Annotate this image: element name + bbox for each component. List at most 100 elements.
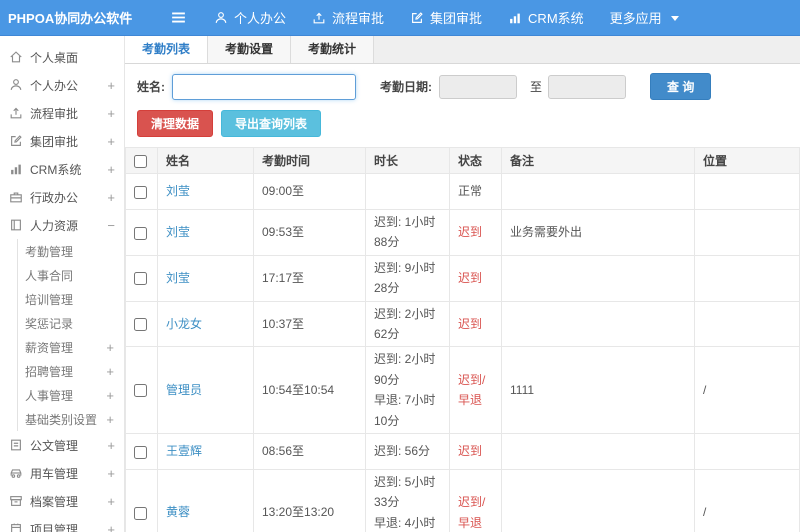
menu-icon[interactable]: [170, 9, 187, 26]
topnav-item-crm-system[interactable]: CRM系统: [495, 0, 597, 36]
cell-checkbox: [125, 173, 158, 210]
cell-checkbox: [125, 468, 158, 532]
employee-name-link[interactable]: 刘莹: [166, 225, 190, 239]
sidebar-item-label: 行政办公: [30, 190, 79, 205]
sidebar-item-personal-office[interactable]: 个人办公 +: [0, 71, 124, 99]
table-row: 王壹辉 08:56至 迟到: 56分 迟到: [125, 432, 800, 470]
cell-attendance-time: 09:53至: [253, 209, 366, 256]
cell-checkbox: [125, 254, 158, 302]
sidebar-item-label: 人力资源: [30, 218, 79, 233]
cell-duration: 迟到: 9小时28分: [365, 254, 450, 302]
sidebar-item-group-approval[interactable]: 集团审批 +: [0, 127, 124, 155]
employee-name-link[interactable]: 王壹辉: [166, 444, 202, 458]
expand-plus-icon[interactable]: +: [107, 134, 115, 149]
sidebar-subitem-salary-management[interactable]: 薪资管理 +: [18, 335, 124, 359]
sidebar-submenu-human-resources: 考勤管理 人事合同 培训管理 奖惩记录 薪资管理 + 招聘管理 + 人事管理 + 基础类别设置 +: [17, 239, 124, 431]
name-input[interactable]: [172, 73, 356, 100]
cell-status: 正常: [449, 173, 502, 210]
row-checkbox[interactable]: [134, 318, 147, 332]
employee-name-link[interactable]: 管理员: [166, 383, 202, 397]
topnav-item-more-apps[interactable]: 更多应用: [597, 0, 693, 36]
cell-duration: [365, 173, 450, 210]
employee-name-link[interactable]: 小龙女: [166, 317, 202, 331]
row-checkbox[interactable]: [134, 384, 147, 398]
name-label: 姓名:: [137, 80, 165, 94]
topnav-item-label: 流程审批: [332, 11, 385, 26]
topnav-item-workflow-approval[interactable]: 流程审批: [299, 0, 397, 36]
search-button[interactable]: 查 询: [650, 73, 712, 100]
expand-plus-icon[interactable]: +: [107, 106, 115, 121]
column-header-note: 备注: [501, 147, 695, 174]
tab-attendance-list[interactable]: 考勤列表: [125, 36, 209, 63]
expand-plus-icon[interactable]: +: [107, 190, 115, 205]
row-checkbox[interactable]: [134, 506, 147, 520]
cell-checkbox: [125, 209, 158, 256]
table-row: 管理员 10:54至10:54 迟到: 2小时90分 早退: 7小时10分 迟到/早退 1…: [125, 346, 800, 434]
sidebar-item-project-management[interactable]: 项目管理 +: [0, 515, 124, 532]
cell-name: 王壹辉: [157, 432, 254, 470]
date-from-input[interactable]: [439, 74, 517, 99]
cell-attendance-time: 10:54至10:54: [253, 346, 366, 434]
sidebar-subitem-personnel-management[interactable]: 人事管理 +: [18, 383, 124, 407]
topnav-item-group-approval[interactable]: 集团审批: [397, 0, 495, 36]
attendance-table: 姓名 考勤时间 时长 状态 备注 位置 刘莹 09:00至 正常 刘莹 09:53至 迟到: 1小时…: [125, 147, 800, 532]
clean-data-button[interactable]: 清理数据: [137, 110, 214, 137]
sidebar-subitem-personnel-contract[interactable]: 人事合同: [18, 263, 124, 287]
employee-name-link[interactable]: 刘莹: [166, 271, 190, 285]
sidebar-item-crm-system[interactable]: CRM系统 +: [0, 155, 124, 183]
sidebar-subitem-training-management[interactable]: 培训管理: [18, 287, 124, 311]
expand-plus-icon[interactable]: +: [106, 340, 114, 355]
sidebar-subitem-label: 人事管理: [25, 388, 74, 403]
export-list-button[interactable]: 导出查询列表: [221, 110, 322, 137]
cell-name: 刘莹: [157, 254, 254, 302]
select-all-checkbox[interactable]: [134, 154, 147, 168]
cell-attendance-time: 10:37至: [253, 300, 366, 348]
briefcase-icon: [9, 190, 24, 204]
sidebar-item-archive-management[interactable]: 档案管理 +: [0, 487, 124, 515]
topnav-item-personal-office[interactable]: 个人办公: [201, 0, 299, 36]
cell-name: 黄蓉: [157, 468, 254, 532]
collapse-minus-icon[interactable]: −: [107, 218, 115, 233]
sidebar-item-workflow-approval[interactable]: 流程审批 +: [0, 99, 124, 127]
row-checkbox[interactable]: [134, 445, 147, 459]
expand-plus-icon[interactable]: +: [106, 364, 114, 379]
tab-attendance-statistics[interactable]: 考勤统计: [291, 36, 375, 63]
employee-name-link[interactable]: 刘莹: [166, 184, 190, 198]
sidebar-item-label: CRM系统: [30, 162, 82, 177]
date-to-input[interactable]: [548, 74, 627, 99]
sidebar-item-personal-desktop[interactable]: 个人桌面: [0, 43, 124, 71]
row-checkbox[interactable]: [134, 185, 147, 199]
sidebar-subitem-label: 招聘管理: [25, 364, 74, 379]
sidebar-subitem-recruitment-management[interactable]: 招聘管理 +: [18, 359, 124, 383]
tab-attendance-settings[interactable]: 考勤设置: [208, 36, 292, 63]
sidebar-subitem-base-category-settings[interactable]: 基础类别设置 +: [18, 407, 124, 431]
tab-bar: 考勤列表 考勤设置 考勤统计: [125, 36, 800, 64]
expand-plus-icon[interactable]: +: [107, 162, 115, 177]
column-header-status: 状态: [449, 147, 502, 174]
sidebar-item-admin-office[interactable]: 行政办公 +: [0, 183, 124, 211]
sidebar-subitem-reward-punishment[interactable]: 奖惩记录: [18, 311, 124, 335]
expand-plus-icon[interactable]: +: [107, 78, 115, 93]
sidebar-item-human-resources[interactable]: 人力资源 −: [0, 211, 124, 239]
employee-name-link[interactable]: 黄蓉: [166, 505, 190, 519]
cell-location: [694, 209, 800, 256]
sidebar-subitem-label: 人事合同: [25, 268, 74, 283]
status-badge: 正常: [458, 184, 483, 199]
expand-plus-icon[interactable]: +: [107, 466, 115, 481]
expand-plus-icon[interactable]: +: [107, 494, 115, 509]
topnav-item-label: 集团审批: [430, 11, 483, 26]
row-checkbox[interactable]: [134, 226, 147, 240]
expand-plus-icon[interactable]: +: [107, 522, 115, 532]
user-icon: [214, 11, 228, 25]
status-badge: 迟到/早退: [458, 372, 486, 408]
sidebar-subitem-attendance-management[interactable]: 考勤管理: [18, 239, 124, 263]
sidebar-item-document-management[interactable]: 公文管理 +: [0, 431, 124, 459]
filter-form: 姓名: 考勤日期: 至 查 询: [125, 64, 800, 108]
cell-note: [501, 173, 695, 210]
sidebar-item-vehicle-management[interactable]: 用车管理 +: [0, 459, 124, 487]
row-checkbox[interactable]: [134, 272, 147, 286]
expand-plus-icon[interactable]: +: [106, 412, 114, 427]
column-header-duration: 时长: [365, 147, 450, 174]
expand-plus-icon[interactable]: +: [106, 388, 114, 403]
expand-plus-icon[interactable]: +: [107, 438, 115, 453]
